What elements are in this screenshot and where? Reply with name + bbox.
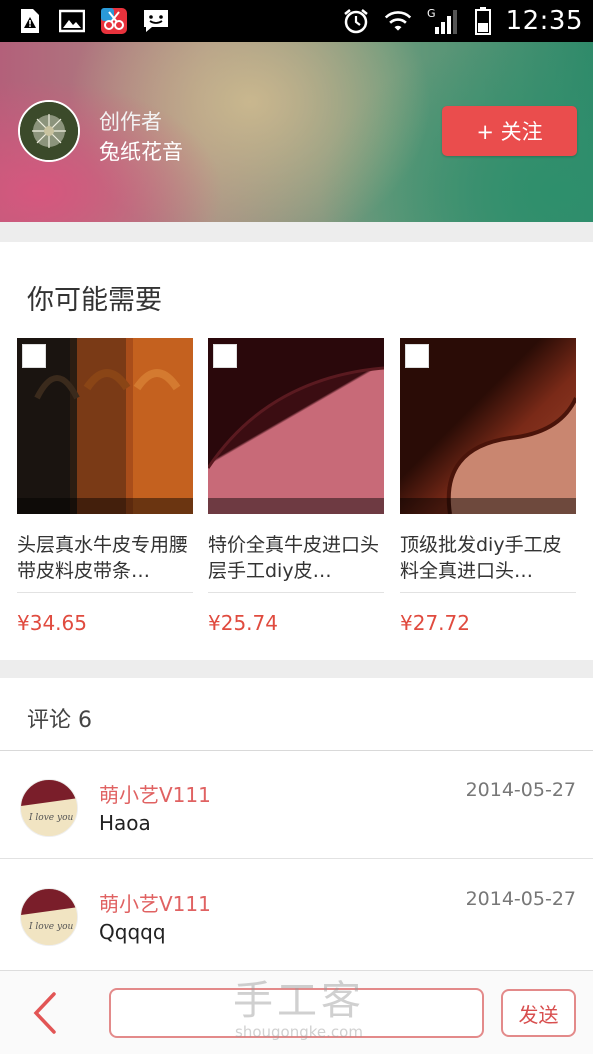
- svg-text:G: G: [427, 7, 436, 20]
- signal-icon: G: [426, 7, 460, 35]
- recommend-section: 你可能需要 头层真水牛皮专用腰带皮料皮带条… ¥34.65 特价全真牛皮进口头层…: [0, 242, 593, 660]
- creator-name[interactable]: 兔纸花音: [99, 136, 183, 166]
- comment-date: 2014-05-27: [465, 779, 576, 801]
- bottom-bar: 手工客 shougongke.com 发送: [0, 970, 593, 1054]
- scissors-app-icon: [100, 7, 128, 35]
- product-card[interactable]: 头层真水牛皮专用腰带皮料皮带条… ¥34.65: [17, 338, 193, 635]
- back-button[interactable]: [28, 991, 64, 1035]
- message-icon: [142, 7, 170, 35]
- creator-header: 创作者 兔纸花音 + 关注: [0, 42, 593, 222]
- product-image[interactable]: [400, 338, 576, 514]
- comment-item: I love you 萌小艺V111 2014-05-27 Qqqqq: [0, 860, 593, 968]
- product-image[interactable]: [17, 338, 193, 514]
- svg-text:I love you: I love you: [28, 813, 73, 823]
- comment-username[interactable]: 萌小艺V111: [99, 888, 211, 917]
- battery-icon: [474, 7, 492, 35]
- recommend-title: 你可能需要: [27, 285, 162, 316]
- product-price: ¥27.72: [400, 611, 470, 635]
- avatar[interactable]: I love you: [20, 888, 78, 946]
- comment-input[interactable]: [109, 988, 484, 1038]
- avatar[interactable]: I love you: [20, 779, 78, 837]
- comments-section: 评论 6 I love you 萌小艺V111 2014-05-27 Haoa …: [0, 678, 593, 970]
- brand-logo: [213, 344, 237, 368]
- alarm-icon: [342, 7, 370, 35]
- comment-text: Qqqqq: [99, 920, 166, 944]
- chevron-left-icon: [33, 992, 56, 1034]
- comments-title: 评论 6: [27, 708, 92, 733]
- send-button[interactable]: 发送: [501, 989, 576, 1037]
- comment-text: Haoa: [99, 811, 151, 835]
- product-price: ¥34.65: [17, 611, 87, 635]
- status-bar: G 12:35: [0, 0, 593, 42]
- alert-file-icon: [16, 7, 44, 35]
- gallery-icon: [58, 7, 86, 35]
- product-name[interactable]: 顶级批发diy手工皮料全真进口头…: [400, 532, 576, 584]
- comment-username[interactable]: 萌小艺V111: [99, 779, 211, 808]
- brand-logo: [22, 344, 46, 368]
- product-card[interactable]: 顶级批发diy手工皮料全真进口头… ¥27.72: [400, 338, 576, 635]
- clock: 12:35: [505, 6, 583, 36]
- dandelion-icon: [20, 102, 78, 160]
- wifi-icon: [384, 7, 412, 35]
- product-name[interactable]: 特价全真牛皮进口头层手工diy皮…: [208, 532, 384, 584]
- product-image[interactable]: [208, 338, 384, 514]
- brand-logo: [405, 344, 429, 368]
- product-card[interactable]: 特价全真牛皮进口头层手工diy皮… ¥25.74: [208, 338, 384, 635]
- product-price: ¥25.74: [208, 611, 278, 635]
- follow-button[interactable]: + 关注: [442, 106, 577, 156]
- creator-avatar[interactable]: [18, 100, 80, 162]
- creator-label: 创作者: [99, 110, 162, 134]
- svg-text:I love you: I love you: [28, 922, 73, 932]
- comment-item: I love you 萌小艺V111 2014-05-27 Haoa: [0, 751, 593, 859]
- comment-date: 2014-05-27: [465, 888, 576, 910]
- product-name[interactable]: 头层真水牛皮专用腰带皮料皮带条…: [17, 532, 193, 584]
